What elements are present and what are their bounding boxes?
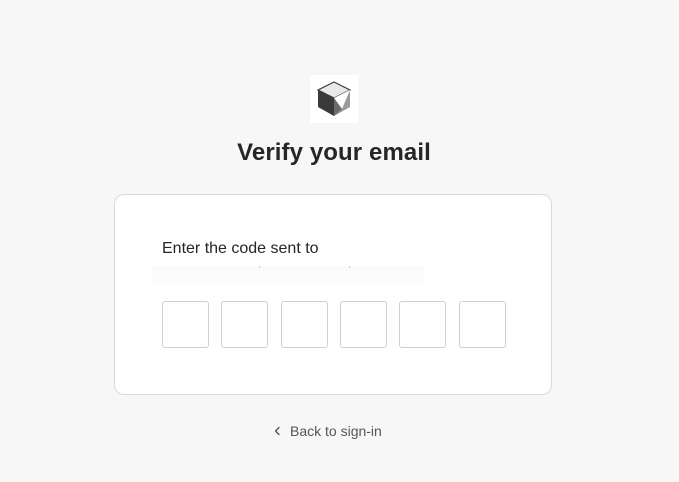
code-sent-prompt: Enter the code sent to <box>162 240 319 257</box>
chevron-left-icon <box>273 425 282 437</box>
redacted-email <box>152 266 424 284</box>
otp-digit-1[interactable] <box>162 301 209 348</box>
otp-digit-3[interactable] <box>281 301 328 348</box>
cube-logo-icon <box>310 75 358 123</box>
otp-digit-4[interactable] <box>340 301 387 348</box>
verification-card: Enter the code sent to <box>114 194 552 395</box>
verify-email-page: Verify your email Enter the code sent to… <box>0 0 679 482</box>
page-title: Verify your email <box>237 139 431 166</box>
otp-digit-2[interactable] <box>221 301 268 348</box>
back-link-label: Back to sign-in <box>290 423 382 439</box>
back-to-sign-in-link[interactable]: Back to sign-in <box>273 421 382 441</box>
otp-digit-6[interactable] <box>459 301 506 348</box>
otp-digit-5[interactable] <box>399 301 446 348</box>
